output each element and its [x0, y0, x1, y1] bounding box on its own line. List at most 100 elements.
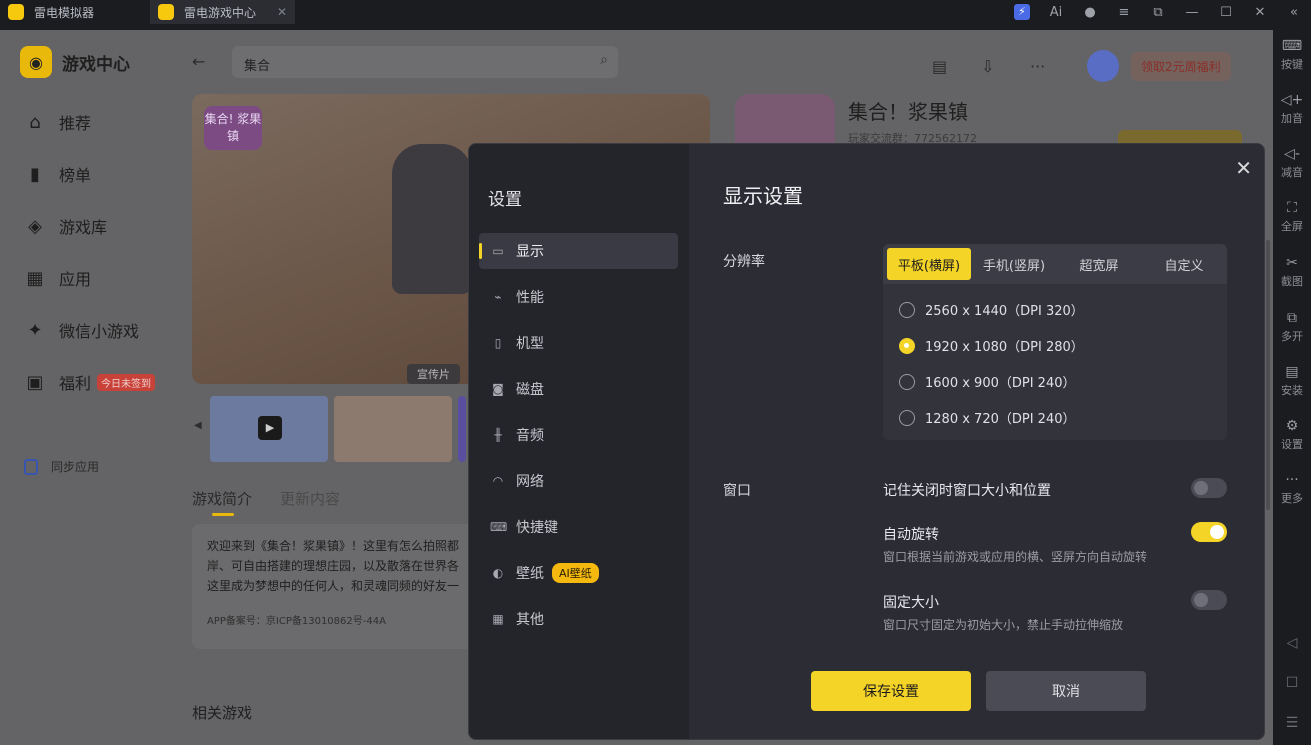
settings-button[interactable]: ⚙ 设置: [1273, 418, 1311, 452]
tab-emulator[interactable]: 雷电模拟器: [8, 0, 94, 24]
rail-label: 减音: [1281, 166, 1303, 179]
resolution-option-2560[interactable]: 2560 x 1440（DPI 320）: [899, 300, 1084, 319]
remember-window-toggle[interactable]: [1191, 478, 1227, 498]
more-button[interactable]: ··· 更多: [1273, 472, 1311, 506]
menu-icon[interactable]: ≡: [1107, 5, 1141, 20]
apk-icon: ▤: [1285, 364, 1299, 380]
tab-intro[interactable]: 游戏简介: [192, 488, 252, 509]
ai-icon[interactable]: Ai: [1039, 5, 1073, 20]
resolution-option-1280[interactable]: 1280 x 720（DPI 240）: [899, 408, 1075, 427]
close-window-icon[interactable]: ✕: [1243, 5, 1277, 20]
menu-other[interactable]: ▦ 其他: [479, 601, 678, 637]
radio-button[interactable]: [899, 301, 915, 318]
tab-tablet-landscape[interactable]: 平板(横屏): [887, 248, 971, 280]
rail-label: 全屏: [1281, 220, 1303, 233]
volume-down-button[interactable]: ◁- 减音: [1273, 146, 1311, 180]
save-settings-button[interactable]: 保存设置: [811, 671, 971, 711]
ai-wallpaper-badge: AI壁纸: [552, 563, 599, 583]
resolution-tabs: 平板(横屏) 手机(竖屏) 超宽屏 自定义: [883, 244, 1227, 284]
fixed-size-toggle[interactable]: [1191, 590, 1227, 610]
menu-device-model[interactable]: ▯ 机型: [479, 325, 678, 361]
auto-rotate-desc: 窗口根据当前游戏或应用的横、竖屏方向自动旋转: [883, 550, 1148, 564]
sidebar-item-welfare[interactable]: ▣ 福利 今日未签到: [24, 356, 156, 408]
settings-dialog: 设置 ▭ 显示 ⌁ 性能 ▯ 机型 ◙ 磁盘 ╫ 音频 ◠ 网络 ⌨ 快捷键 ◐ 壁纸 AI壁纸 …: [468, 143, 1265, 740]
sidebar: ◉ 游戏中心 ⌂ 推荐 ▮ 榜单 ◈ 游戏库 ▦ 应用 ✦ 微信小游戏 ▣ 福利 今日未签到 …: [0, 30, 172, 745]
sidebar-item-recommend[interactable]: ⌂ 推荐: [24, 96, 155, 148]
grid-icon: ▦: [492, 612, 504, 626]
multi-instance-button[interactable]: ⧉ 多开: [1273, 310, 1311, 344]
sidebar-item-library[interactable]: ◈ 游戏库: [24, 200, 155, 252]
menu-performance[interactable]: ⌁ 性能: [479, 279, 678, 315]
sidebar-item-ranking[interactable]: ▮ 榜单: [24, 148, 155, 200]
menu-disk[interactable]: ◙ 磁盘: [479, 371, 678, 407]
menu-label: 快捷键: [516, 520, 558, 536]
collapse-icon[interactable]: «: [1277, 5, 1311, 20]
close-icon[interactable]: ✕: [1235, 156, 1252, 180]
menu-audio[interactable]: ╫ 音频: [479, 417, 678, 453]
avatar[interactable]: [1087, 50, 1119, 82]
cancel-button[interactable]: 取消: [986, 671, 1146, 711]
android-recents-icon[interactable]: ☰: [1273, 715, 1311, 731]
menu-label: 机型: [516, 336, 544, 352]
menu-network[interactable]: ◠ 网络: [479, 463, 678, 499]
menu-label: 性能: [516, 290, 544, 306]
android-home-icon[interactable]: ☐: [1273, 675, 1311, 691]
calendar-icon[interactable]: ▤: [932, 57, 981, 76]
weekly-bonus-button[interactable]: 领取2元周福利: [1131, 51, 1231, 81]
volume-down-icon: ◁-: [1284, 146, 1300, 162]
thumbnail-image[interactable]: [458, 396, 466, 462]
app-title: 游戏中心: [62, 54, 130, 75]
tab-phone-portrait[interactable]: 手机(竖屏): [972, 248, 1056, 280]
option-label: 1600 x 900（DPI 240）: [925, 376, 1076, 391]
back-arrow-icon[interactable]: ←: [192, 52, 205, 71]
more-icon[interactable]: ···: [1030, 57, 1079, 76]
tab-updates[interactable]: 更新内容: [280, 488, 340, 509]
sidebar-item-wechat-games[interactable]: ✦ 微信小游戏: [24, 304, 155, 356]
thumbnail-image[interactable]: [334, 396, 452, 462]
sync-apps-button[interactable]: 同步应用: [24, 458, 99, 475]
search-input[interactable]: 集合 ⌕: [232, 46, 618, 78]
tab-custom[interactable]: 自定义: [1142, 248, 1226, 280]
fullscreen-button[interactable]: ⛶ 全屏: [1273, 200, 1311, 234]
video-label: 宣传片: [407, 364, 460, 384]
download-icon[interactable]: ⇩: [981, 57, 1030, 76]
remember-window-title: 记住关闭时窗口大小和位置: [883, 483, 1051, 499]
radio-button-selected[interactable]: [899, 337, 915, 354]
tab-label: 雷电游戏中心: [184, 5, 257, 20]
thumbnail-video[interactable]: ▶: [210, 396, 328, 462]
tab-ultrawide[interactable]: 超宽屏: [1057, 248, 1141, 280]
option-label: 1280 x 720（DPI 240）: [925, 412, 1076, 427]
minimize-icon[interactable]: —: [1175, 5, 1209, 20]
sidebar-item-apps[interactable]: ▦ 应用: [24, 252, 155, 304]
menu-label: 显示: [516, 244, 544, 260]
menu-display[interactable]: ▭ 显示: [479, 233, 678, 269]
screenshot-button[interactable]: ✂ 截图: [1273, 255, 1311, 289]
profile-icon[interactable]: ●: [1073, 5, 1107, 20]
radio-button[interactable]: [899, 373, 915, 390]
chevron-left-icon[interactable]: ◀: [194, 420, 202, 431]
resolution-option-1600[interactable]: 1600 x 900（DPI 240）: [899, 372, 1075, 391]
install-button[interactable]: ▤ 安装: [1273, 364, 1311, 398]
menu-shortcuts[interactable]: ⌨ 快捷键: [479, 509, 678, 545]
menu-wallpaper[interactable]: ◐ 壁纸 AI壁纸: [479, 555, 678, 591]
boost-icon[interactable]: ⚡: [1014, 4, 1030, 20]
resolution-option-1920[interactable]: 1920 x 1080（DPI 280）: [899, 336, 1084, 355]
auto-rotate-toggle[interactable]: [1191, 522, 1227, 542]
radio-button[interactable]: [899, 409, 915, 426]
volume-up-button[interactable]: ◁+ 加音: [1273, 92, 1311, 126]
keymap-button[interactable]: ⌨ 按键: [1273, 38, 1311, 72]
search-value: 集合: [244, 59, 271, 74]
sidebar-item-label: 游戏库: [59, 218, 108, 237]
maximize-icon[interactable]: ☐: [1209, 5, 1243, 20]
android-back-icon[interactable]: ◁: [1273, 635, 1311, 651]
tab-game-center[interactable]: 雷电游戏中心 ✕: [150, 0, 295, 24]
game-logo: 集合! 浆果镇: [204, 106, 262, 150]
fixed-size-title: 固定大小: [883, 595, 939, 611]
search-icon[interactable]: ⌕: [600, 52, 608, 68]
menu-label: 壁纸: [516, 566, 544, 582]
gift-icon: ▣: [26, 371, 44, 393]
restore-icon[interactable]: ⧉: [1141, 5, 1175, 20]
scrollbar[interactable]: [1266, 240, 1270, 510]
wechat-game-icon: ✦: [27, 319, 43, 341]
tab-close-icon[interactable]: ✕: [277, 5, 287, 19]
